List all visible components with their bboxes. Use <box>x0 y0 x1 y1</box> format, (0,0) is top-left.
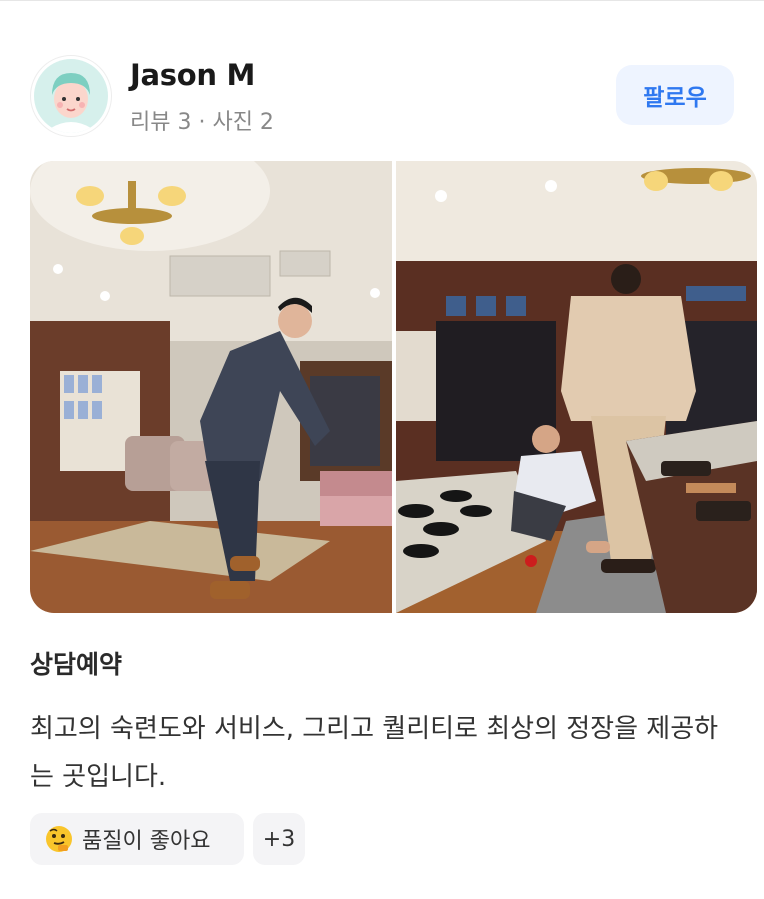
more-tags-count: +3 <box>262 826 296 852</box>
review-body: 최고의 숙련도와 서비스, 그리고 퀄리티로 최상의 정장을 제공하는 곳입니다… <box>30 714 719 792</box>
avatar-face-icon <box>34 59 108 133</box>
review-photo-2[interactable] <box>396 161 757 613</box>
follow-button[interactable]: 팔로우 <box>616 65 734 125</box>
user-name[interactable]: Jason M <box>130 58 255 92</box>
more-tags-button[interactable]: +3 <box>253 813 305 865</box>
thinking-face-icon <box>44 824 74 854</box>
review-photo-1[interactable] <box>30 161 392 613</box>
review-tag-quality[interactable]: 품질이 좋아요 <box>30 813 244 865</box>
avatar[interactable] <box>30 55 112 137</box>
top-divider <box>0 0 764 1</box>
review-tag-label: 품질이 좋아요 <box>82 829 211 854</box>
review-title: 상담예약 <box>30 650 123 679</box>
user-stats: 리뷰 3 · 사진 2 <box>130 110 274 135</box>
photo-gallery <box>30 161 757 613</box>
